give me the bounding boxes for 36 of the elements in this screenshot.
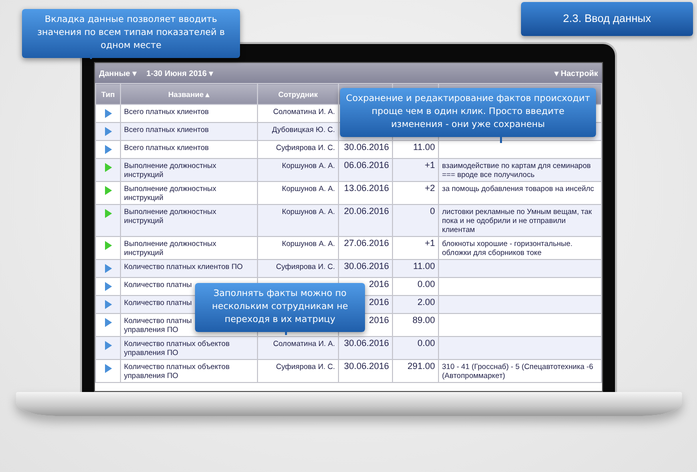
table-cell: 0	[430, 206, 435, 216]
table-cell: 30.06.2016	[344, 142, 389, 152]
table-cell: 30.06.2016	[344, 338, 389, 348]
callout-pointer	[285, 332, 287, 335]
table-cell: 06.06.2016	[344, 160, 389, 170]
table-cell: 30.06.2016	[344, 261, 389, 271]
play-icon	[104, 364, 112, 373]
section-title: 2.3. Ввод данных	[521, 2, 693, 36]
table-cell: +1	[424, 160, 435, 170]
table-cell: 0.00	[417, 279, 435, 289]
table-cell: 2016	[368, 297, 389, 307]
table-cell: 11.00	[413, 142, 435, 152]
table-cell: 30.06.2016	[344, 361, 389, 371]
table-cell: 0.00	[417, 338, 435, 348]
table-cell: +1	[424, 238, 435, 248]
table-cell: 20.06.2016	[344, 206, 389, 216]
tooltip: Сохранение и редактирование фактов происходит проще чем в один клик. Просто введите изменения - они уже сохранены	[340, 88, 596, 137]
table-cell: 27.06.2016	[344, 238, 389, 248]
data-tab[interactable]: Данные ▾	[99, 68, 136, 78]
table-cell: 2016	[368, 279, 389, 289]
play-icon	[104, 341, 112, 350]
table-cell: +2	[424, 183, 435, 193]
play-icon	[104, 209, 112, 218]
table-cell: 13.06.2016	[344, 183, 389, 193]
tooltip: Вкладка данные позволяет вводить значения по всем типам показателей в одном месте	[22, 9, 240, 58]
tooltip: Заполнять факты можно по нескольким сотрудникам не переходя в их матрицу	[195, 283, 365, 332]
table-cell: 11.00	[413, 261, 435, 271]
table-cell: 89.00	[412, 315, 435, 325]
play-icon	[104, 241, 112, 250]
table-cell: 2016	[368, 315, 389, 325]
period-dropdown[interactable]: 1-30 Июня 2016 ▾	[146, 68, 213, 78]
table-cell: 291.00	[407, 361, 435, 371]
table-cell: 2.00	[417, 297, 435, 307]
callout-pointer	[500, 137, 502, 143]
settings-dropdown[interactable]: ▾ Настройк	[554, 68, 598, 78]
play-icon	[104, 186, 112, 195]
